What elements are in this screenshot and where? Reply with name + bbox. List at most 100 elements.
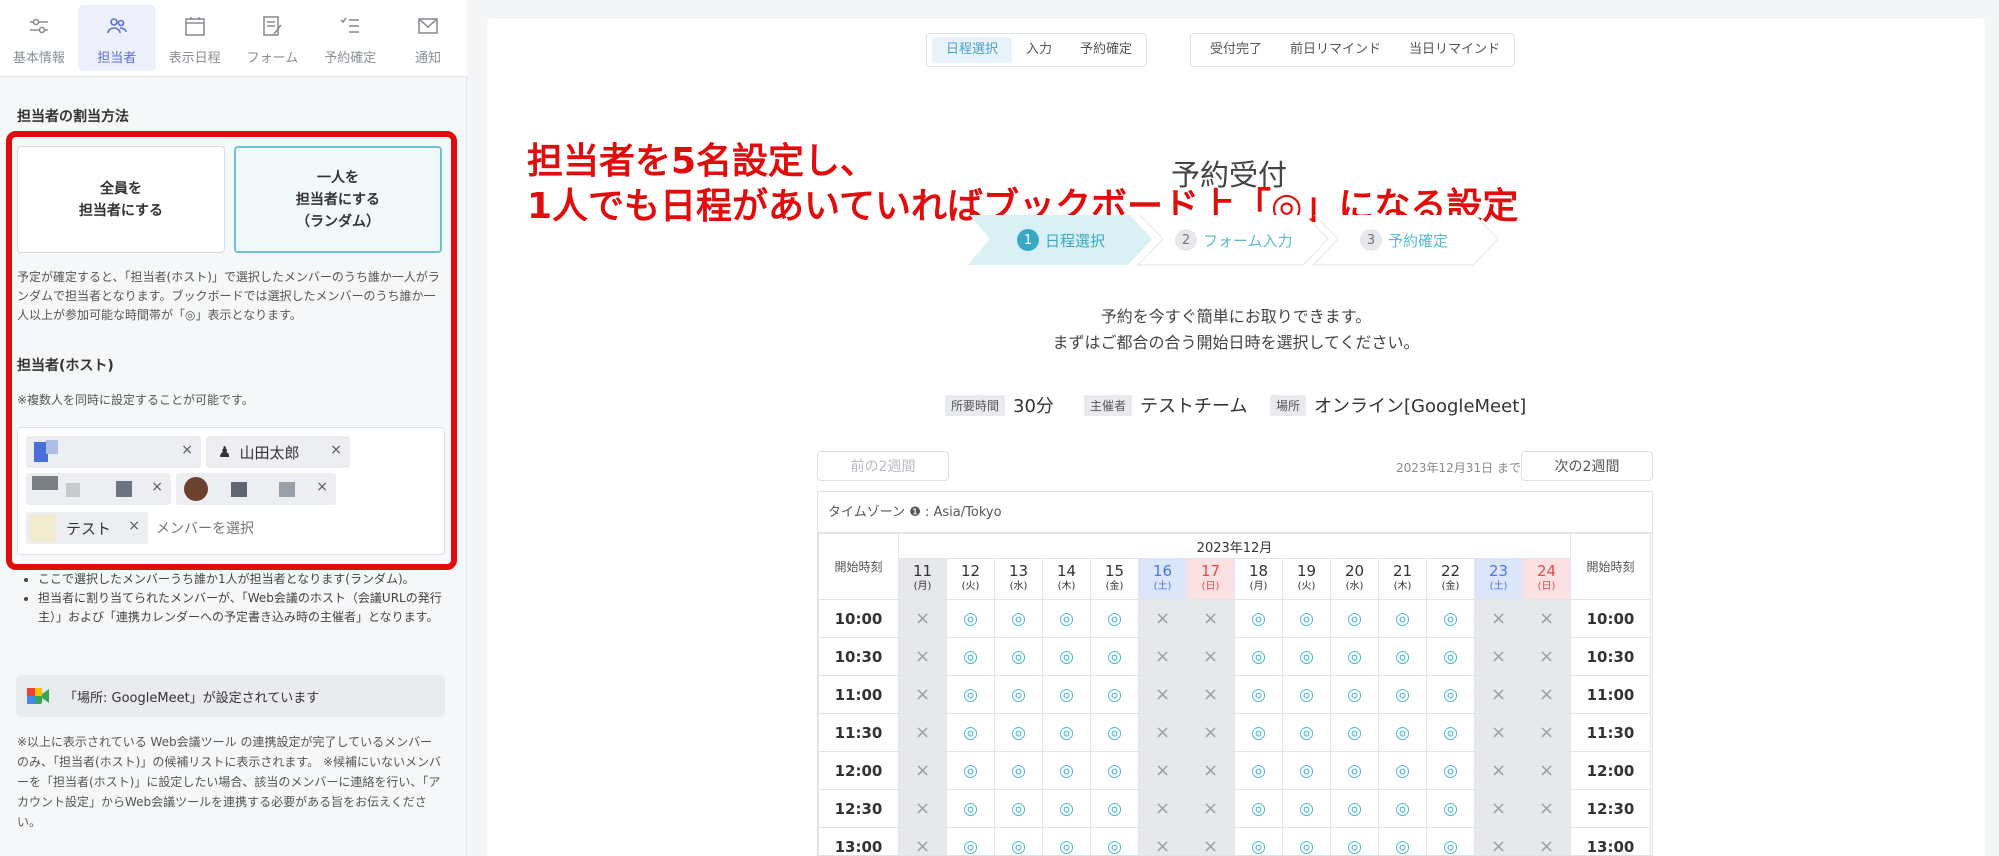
tab-input[interactable]: 入力	[1012, 37, 1066, 63]
day-weekday: (金)	[1441, 581, 1460, 592]
time-slot[interactable]: ◎	[946, 675, 995, 714]
time-slot[interactable]: ◎	[1282, 637, 1331, 676]
available-mark: ◎	[1395, 760, 1410, 781]
time-slot[interactable]: ◎	[1090, 827, 1139, 855]
time-slot[interactable]: ◎	[1378, 599, 1427, 638]
time-slot[interactable]: ◎	[1378, 751, 1427, 790]
time-slot[interactable]: ◎	[994, 789, 1043, 828]
time-slot[interactable]: ◎	[946, 827, 995, 855]
time-slot[interactable]: ◎	[1090, 637, 1139, 676]
time-slot[interactable]: ◎	[994, 637, 1043, 676]
time-slot[interactable]: ◎	[1426, 751, 1475, 790]
time-slot[interactable]: ◎	[1234, 827, 1283, 855]
time-slot[interactable]: ◎	[1330, 751, 1379, 790]
time-label-right: 11:30	[1570, 713, 1651, 752]
description-line2: まずはご都合の合う開始日時を選択してください。	[1052, 333, 1420, 352]
time-slot[interactable]: ◎	[1282, 713, 1331, 752]
time-slot[interactable]: ◎	[1330, 599, 1379, 638]
prev-2weeks-button[interactable]: 前の2週間	[817, 451, 949, 481]
time-slot[interactable]: ◎	[1042, 713, 1091, 752]
time-slot[interactable]: ◎	[1426, 637, 1475, 676]
unavailable-mark: ×	[1202, 684, 1219, 705]
available-mark: ◎	[1107, 646, 1122, 667]
unavailable-mark: ×	[1202, 836, 1219, 856]
time-slot[interactable]: ◎	[1042, 637, 1091, 676]
time-slot[interactable]: ◎	[1378, 675, 1427, 714]
time-slot[interactable]: ◎	[1042, 675, 1091, 714]
time-slot[interactable]: ◎	[1426, 599, 1475, 638]
time-slot[interactable]: ◎	[1330, 637, 1379, 676]
time-slot[interactable]: ◎	[1090, 751, 1139, 790]
time-slot[interactable]: ◎	[1378, 637, 1427, 676]
day-weekday: (火)	[961, 581, 980, 592]
next-2weeks-button[interactable]: 次の2週間	[1521, 451, 1653, 481]
tab-confirm[interactable]: 予約確定	[1066, 37, 1146, 63]
time-slot: ×	[1138, 789, 1187, 828]
time-slot[interactable]: ◎	[946, 751, 995, 790]
time-slot[interactable]: ◎	[946, 599, 995, 638]
available-mark: ◎	[1395, 798, 1410, 819]
assign-method-title: 担当者の割当方法	[17, 109, 129, 125]
unavailable-mark: ×	[1202, 798, 1219, 819]
day-number: 22	[1440, 562, 1461, 580]
time-slot[interactable]: ◎	[1282, 675, 1331, 714]
time-slot[interactable]: ◎	[1234, 637, 1283, 676]
time-slot[interactable]: ◎	[946, 637, 995, 676]
time-slot: ×	[898, 637, 947, 676]
time-slot[interactable]: ◎	[1426, 789, 1475, 828]
time-slot[interactable]: ◎	[1234, 789, 1283, 828]
time-slot[interactable]: ◎	[1330, 675, 1379, 714]
day-header: 15 (金)	[1090, 558, 1139, 600]
time-slot[interactable]: ◎	[1330, 827, 1379, 855]
available-mark: ◎	[1251, 646, 1266, 667]
time-slot[interactable]: ◎	[1234, 675, 1283, 714]
time-slot[interactable]: ◎	[1042, 827, 1091, 855]
tab-accepted[interactable]: 受付完了	[1196, 37, 1276, 63]
googlemeet-icon	[27, 688, 49, 704]
time-slot[interactable]: ◎	[1234, 713, 1283, 752]
time-slot[interactable]: ◎	[1282, 599, 1331, 638]
time-slot[interactable]: ◎	[1234, 751, 1283, 790]
tab-users[interactable]: 担当者	[77, 5, 156, 71]
tab-prev-day-remind[interactable]: 前日リマインド	[1276, 37, 1395, 63]
duration-value: 30分	[1013, 396, 1054, 417]
time-slot[interactable]: ◎	[1234, 599, 1283, 638]
time-slot[interactable]: ◎	[946, 789, 995, 828]
time-slot[interactable]: ◎	[1090, 675, 1139, 714]
time-slot[interactable]: ◎	[1378, 713, 1427, 752]
tab-sliders[interactable]: 基本情報	[0, 0, 78, 72]
tab-calendar[interactable]: 表示日程	[156, 0, 234, 72]
time-slot[interactable]: ◎	[1090, 599, 1139, 638]
time-slot[interactable]: ◎	[1090, 713, 1139, 752]
time-slot[interactable]: ◎	[1378, 789, 1427, 828]
time-slot[interactable]: ◎	[1282, 827, 1331, 855]
time-slot[interactable]: ◎	[1090, 789, 1139, 828]
time-slot[interactable]: ◎	[1282, 789, 1331, 828]
tab-form[interactable]: フォーム	[233, 0, 311, 72]
time-slot[interactable]: ◎	[1042, 751, 1091, 790]
time-slot[interactable]: ◎	[994, 751, 1043, 790]
tab-mail[interactable]: 通知	[389, 0, 467, 72]
available-mark: ◎	[1011, 608, 1026, 629]
time-slot[interactable]: ◎	[1378, 827, 1427, 855]
time-slot[interactable]: ◎	[1426, 827, 1475, 855]
time-slot[interactable]: ◎	[1426, 675, 1475, 714]
time-slot[interactable]: ◎	[1042, 599, 1091, 638]
time-slot[interactable]: ◎	[1330, 713, 1379, 752]
time-slot[interactable]: ◎	[994, 675, 1043, 714]
time-slot[interactable]: ◎	[994, 827, 1043, 855]
tab-today-remind[interactable]: 当日リマインド	[1395, 37, 1514, 63]
tab-checklist[interactable]: 予約確定	[311, 0, 389, 72]
tab-date-select[interactable]: 日程選択	[932, 37, 1013, 63]
time-slot[interactable]: ◎	[946, 713, 995, 752]
day-weekday: (金)	[1105, 581, 1124, 592]
time-slot[interactable]: ◎	[1426, 713, 1475, 752]
time-slot[interactable]: ◎	[1330, 789, 1379, 828]
time-slot[interactable]: ◎	[1042, 789, 1091, 828]
day-number: 15	[1104, 562, 1125, 580]
form-icon	[260, 14, 284, 47]
step-tabs-group-b: 受付完了 前日リマインド 当日リマインド	[1190, 33, 1516, 67]
time-slot[interactable]: ◎	[994, 713, 1043, 752]
time-slot[interactable]: ◎	[1282, 751, 1331, 790]
time-slot[interactable]: ◎	[994, 599, 1043, 638]
